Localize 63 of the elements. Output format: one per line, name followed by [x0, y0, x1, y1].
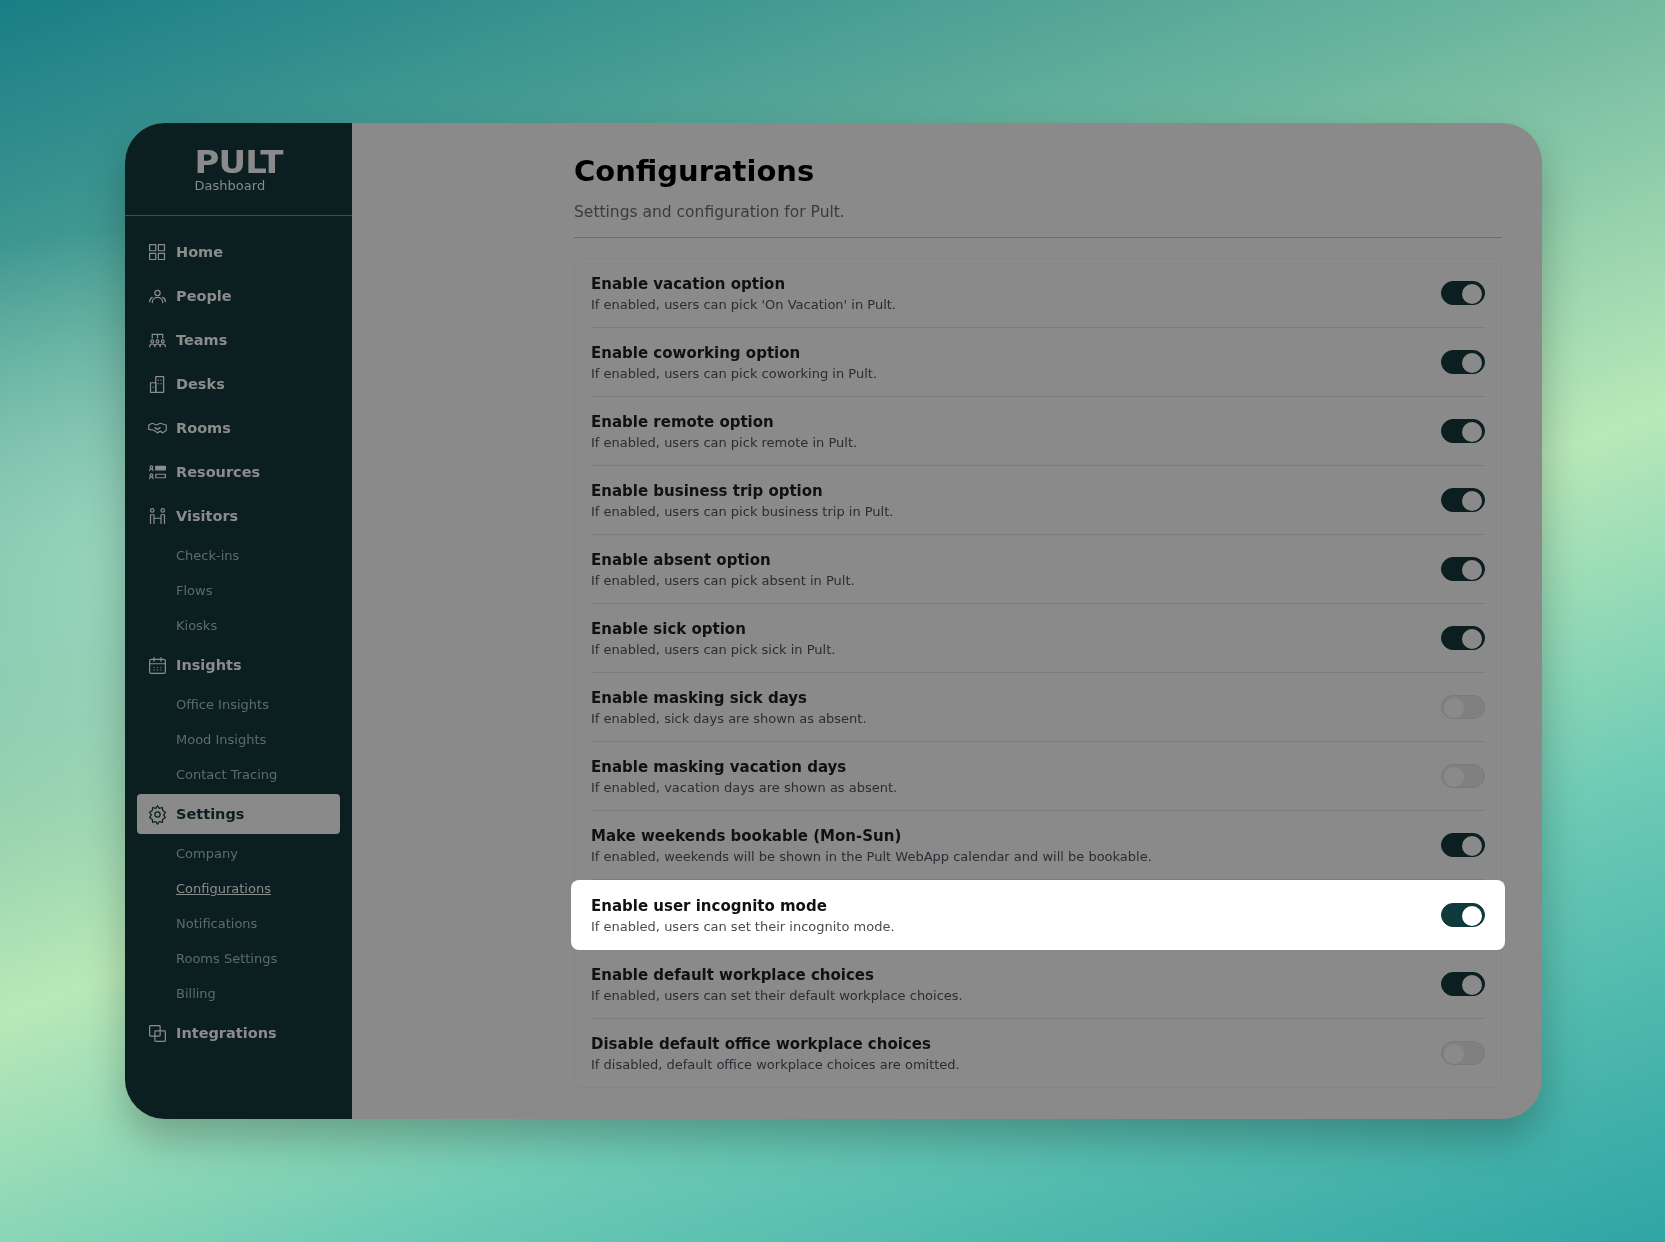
- visitors-icon: [147, 505, 168, 527]
- sidebar-subitem[interactable]: Billing: [176, 986, 216, 1001]
- setting-description: If enabled, sick days are shown as absent.: [591, 710, 868, 726]
- toggle-switch[interactable]: [1441, 903, 1485, 927]
- setting-title: Disable default office workplace choices: [591, 1034, 932, 1053]
- setting-description: If enabled, weekends will be shown in the Pult WebApp calendar and will be bookable.: [591, 848, 1153, 864]
- grid-icon: [147, 241, 168, 263]
- setting-title: Enable masking vacation days: [591, 757, 848, 776]
- sidebar-item[interactable]: Visitors: [137, 496, 340, 536]
- sidebar-item[interactable]: Resources: [137, 452, 340, 492]
- setting-description: If enabled, users can pick absent in Pult.: [591, 572, 856, 588]
- toggle-switch[interactable]: [1441, 833, 1485, 857]
- sidebar-subitem[interactable]: Rooms Settings: [176, 951, 278, 966]
- setting-title: Enable user incognito mode: [591, 896, 828, 915]
- toggle-switch[interactable]: [1441, 626, 1485, 650]
- setting-title: Enable business trip option: [591, 481, 824, 500]
- setting-description: If enabled, users can set their incognito mode.: [591, 918, 896, 934]
- sidebar-item[interactable]: Integrations: [137, 1013, 340, 1053]
- sidebar-subitem[interactable]: Flows: [176, 583, 213, 598]
- setting-title: Enable remote option: [591, 412, 775, 431]
- setting-description: If enabled, users can pick coworking in Pult.: [591, 365, 878, 381]
- setting-title: Enable absent option: [591, 550, 772, 569]
- setting-description: If enabled, users can pick remote in Pult.: [591, 434, 859, 450]
- page-title: Configurations: [574, 153, 816, 190]
- sidebar-subitem[interactable]: Mood Insights: [176, 732, 267, 747]
- setting-description: If enabled, users can pick business trip in Pult.: [591, 503, 895, 519]
- setting-description: If enabled, users can set their default workplace choices.: [591, 987, 964, 1003]
- setting-title: Enable vacation option: [591, 274, 787, 293]
- sidebar-item[interactable]: Teams: [137, 320, 340, 360]
- sidebar-subitem[interactable]: Office Insights: [176, 697, 269, 712]
- setting-description: If enabled, users can pick sick in Pult.: [591, 641, 837, 657]
- setting-description: If enabled, vacation days are shown as absent.: [591, 779, 899, 795]
- sidebar-item[interactable]: Insights: [137, 645, 340, 685]
- overlapping-squares-icon: [147, 1022, 168, 1044]
- toggle-switch[interactable]: [1441, 488, 1485, 512]
- toggle-switch[interactable]: [1441, 350, 1485, 374]
- setting-title: Enable masking sick days: [591, 688, 809, 707]
- sidebar-subitem[interactable]: Notifications: [176, 916, 258, 931]
- toggle-switch[interactable]: [1441, 419, 1485, 443]
- toggle-switch[interactable]: [1441, 557, 1485, 581]
- setting-description: If enabled, users can pick 'On Vacation' in Pult.: [591, 296, 897, 312]
- sidebar-subitem[interactable]: Check-ins: [176, 548, 240, 563]
- sidebar-item[interactable]: People: [137, 276, 340, 316]
- setting-title: Enable coworking option: [591, 343, 802, 362]
- setting-title: Make weekends bookable (Mon-Sun): [591, 826, 903, 845]
- toggle-switch[interactable]: [1441, 972, 1485, 996]
- setting-title: Enable default workplace choices: [591, 965, 875, 984]
- sidebar-item[interactable]: Settings: [137, 794, 340, 834]
- setting-description: If disabled, default office workplace choices are omitted.: [591, 1056, 961, 1072]
- sidebar-subitem[interactable]: Kiosks: [176, 618, 218, 633]
- sidebar-item[interactable]: Home: [137, 232, 340, 272]
- calendar-icon: [147, 654, 168, 676]
- sidebar-subitem[interactable]: Contact Tracing: [176, 767, 278, 782]
- page-subtitle: Settings and configuration for Pult.: [574, 203, 1502, 238]
- setting-title: Enable sick option: [591, 619, 747, 638]
- sidebar-item[interactable]: Rooms: [137, 408, 340, 448]
- settings-icon: [147, 803, 168, 825]
- logo: PULT: [194, 146, 283, 177]
- toggle-switch[interactable]: [1441, 281, 1485, 305]
- sidebar-item[interactable]: Desks: [137, 364, 340, 404]
- logo-subtitle: Dashboard: [194, 177, 267, 193]
- sidebar-subitem[interactable]: Company: [176, 846, 238, 861]
- sidebar-subitem[interactable]: Configurations: [176, 881, 271, 896]
